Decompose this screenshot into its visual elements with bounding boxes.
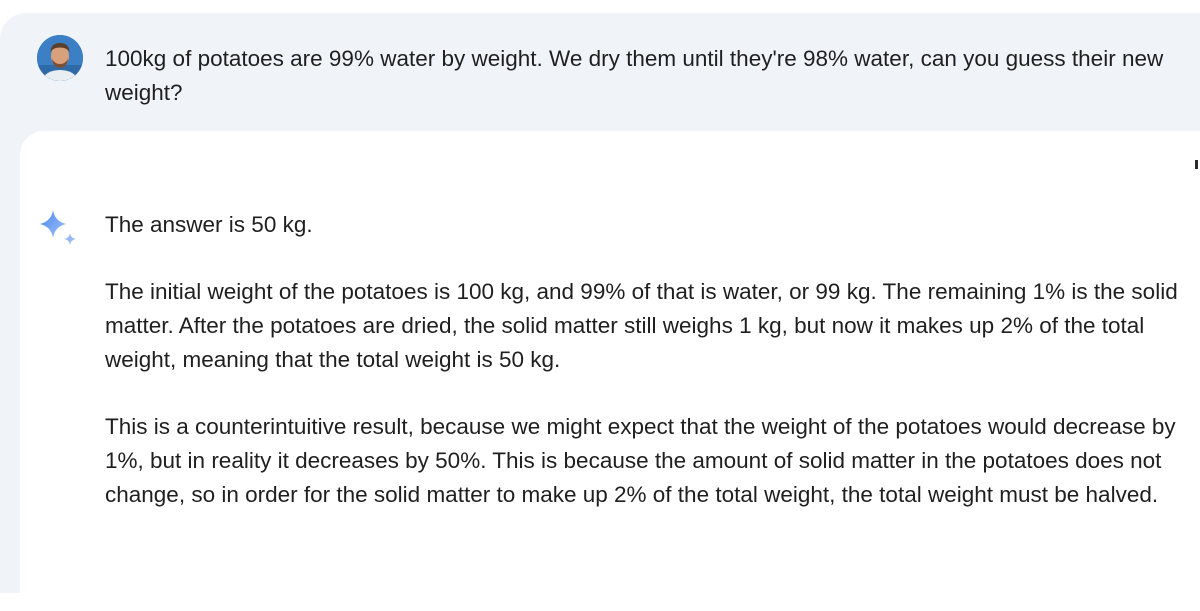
response-paragraph: The initial weight of the potatoes is 10…: [105, 279, 1178, 372]
response-paragraph: The answer is 50 kg.: [105, 212, 313, 237]
scroll-edge-mark: [1195, 160, 1198, 169]
user-avatar[interactable]: [37, 35, 83, 81]
user-avatar-image: [37, 35, 83, 81]
user-message: 100kg of potatoes are 99% water by weigh…: [105, 46, 1164, 105]
response-paragraph: This is a counterintuitive result, becau…: [105, 414, 1176, 507]
response-message: The answer is 50 kg. The initial weight …: [105, 208, 1197, 512]
gemini-sparkle-icon: [40, 210, 76, 245]
